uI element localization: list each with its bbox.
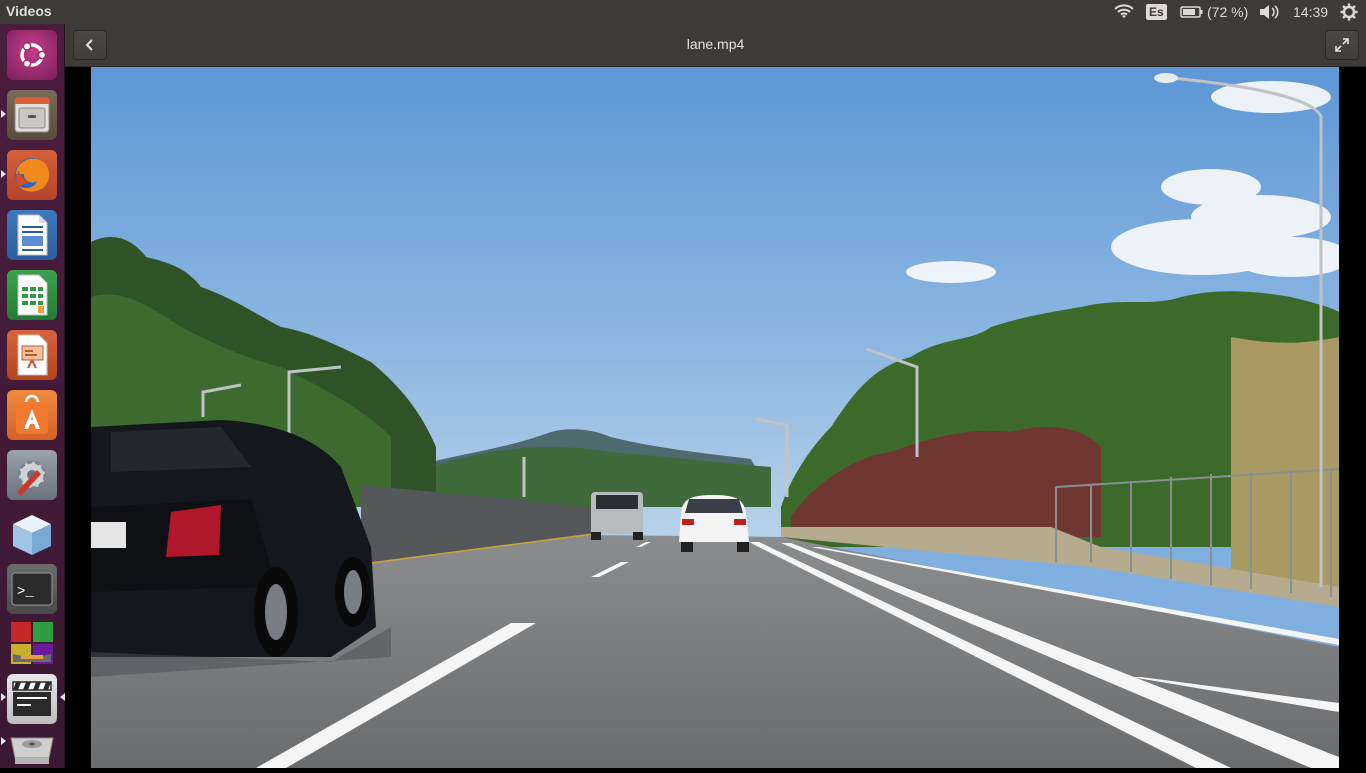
- color-squares-icon[interactable]: [7, 618, 57, 668]
- settings-icon[interactable]: [7, 450, 57, 500]
- wifi-icon[interactable]: [1114, 0, 1134, 24]
- terminal-icon[interactable]: >_: [7, 564, 57, 614]
- running-indicator: [1, 693, 6, 701]
- top-panel: Videos Es (72 %) 14:39: [0, 0, 1366, 24]
- video-frame[interactable]: [91, 67, 1339, 768]
- video-title: lane.mp4: [686, 36, 745, 52]
- clock[interactable]: 14:39: [1293, 0, 1328, 24]
- clapperboard-icon[interactable]: [7, 674, 57, 724]
- fullscreen-button[interactable]: [1325, 30, 1359, 60]
- writer-icon[interactable]: [7, 210, 57, 260]
- ubuntu-logo-icon[interactable]: [7, 30, 57, 80]
- impress-icon[interactable]: [7, 330, 57, 380]
- battery-icon: [1180, 6, 1203, 18]
- settings-gear-icon[interactable]: [1340, 0, 1358, 24]
- road-scene: [91, 67, 1339, 768]
- svg-text:>_: >_: [17, 584, 34, 600]
- cube-icon[interactable]: [7, 510, 57, 560]
- firefox-icon[interactable]: [7, 150, 57, 200]
- battery-indicator[interactable]: (72 %): [1180, 0, 1248, 24]
- app-title: Videos: [6, 3, 52, 19]
- running-indicator: [1, 737, 6, 745]
- running-indicator: [1, 170, 6, 178]
- disk-drive-icon[interactable]: [7, 724, 57, 768]
- volume-icon[interactable]: [1258, 0, 1280, 24]
- keyboard-layout-indicator[interactable]: Es: [1146, 0, 1167, 24]
- launcher: >_: [0, 24, 65, 768]
- active-indicator: [60, 693, 65, 701]
- software-bag-icon[interactable]: [7, 390, 57, 440]
- fullscreen-icon: [1335, 38, 1349, 52]
- file-cabinet-icon[interactable]: [7, 90, 57, 140]
- calc-icon[interactable]: [7, 270, 57, 320]
- keyboard-layout-label: Es: [1146, 4, 1167, 20]
- battery-percentage: (72 %): [1207, 4, 1249, 20]
- header-bar: lane.mp4: [65, 24, 1366, 67]
- running-indicator: [1, 110, 6, 118]
